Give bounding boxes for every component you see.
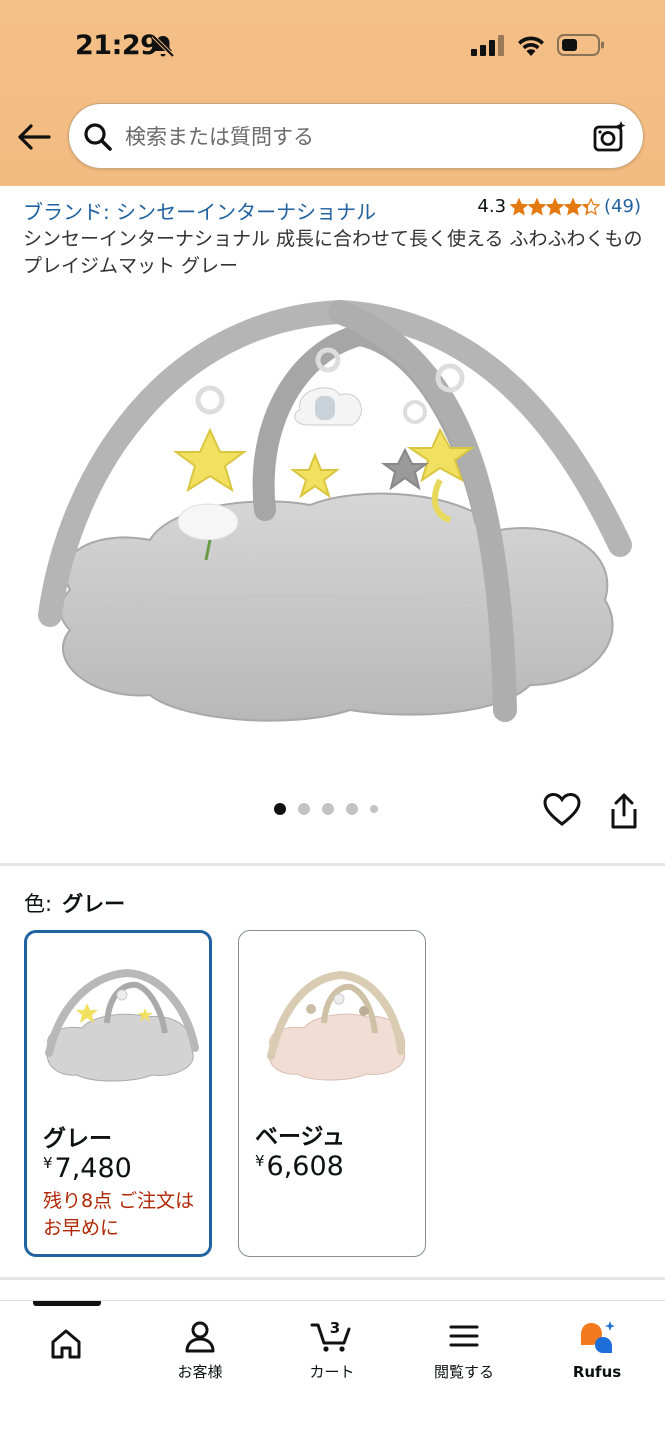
color-selector-label: 色: グレー bbox=[24, 888, 125, 918]
color-label-text: 色: bbox=[24, 892, 53, 916]
variant-beige-thumbnail bbox=[267, 970, 406, 1081]
brand-link[interactable]: ブランド: シンセーインターナショナル bbox=[23, 196, 376, 225]
product-image[interactable] bbox=[30, 290, 635, 730]
bell-muted-icon bbox=[151, 34, 175, 58]
search-box[interactable] bbox=[68, 103, 644, 169]
variant-gray[interactable]: グレー ¥7,480 残り8点 ご注文はお早めに bbox=[24, 930, 212, 1257]
carousel-dot[interactable] bbox=[370, 805, 378, 813]
camera-search-icon[interactable] bbox=[593, 120, 627, 154]
carousel-dot[interactable] bbox=[298, 803, 310, 815]
wifi-icon bbox=[518, 36, 544, 56]
nav-browse-label: 閲覧する bbox=[433, 1363, 494, 1381]
star-icon bbox=[528, 197, 547, 216]
heart-icon[interactable] bbox=[543, 792, 581, 828]
nav-account-label: お客様 bbox=[177, 1363, 223, 1381]
search-input[interactable] bbox=[125, 117, 565, 157]
back-arrow-icon[interactable] bbox=[16, 122, 52, 152]
rating-value: 4.3 bbox=[477, 196, 507, 217]
nav-account[interactable]: お客様 bbox=[145, 1319, 255, 1382]
variant-gray-thumbnail bbox=[45, 968, 199, 1082]
carousel-dot[interactable] bbox=[346, 803, 358, 815]
variant-beige[interactable]: ベージュ ¥6,608 bbox=[238, 930, 426, 1257]
product-header: ブランド: シンセーインターナショナル 4.3 (49) シンセーインターナショ… bbox=[0, 186, 665, 282]
share-icon[interactable] bbox=[607, 792, 641, 830]
app-header: 21:29 bbox=[0, 0, 665, 186]
rating-summary[interactable]: 4.3 (49) bbox=[477, 196, 641, 217]
battery-icon bbox=[557, 34, 604, 56]
section-divider bbox=[0, 863, 665, 866]
status-bar: 21:29 bbox=[0, 0, 665, 92]
cellular-signal-icon bbox=[471, 35, 504, 56]
star-icon bbox=[546, 197, 565, 216]
variant-stock-note: 残り8点 ご注文はお早めに bbox=[43, 1190, 195, 1239]
variant-price: ¥7,480 bbox=[43, 1153, 132, 1184]
image-carousel-dots[interactable] bbox=[274, 803, 378, 815]
nav-cart[interactable]: 3 カート bbox=[277, 1319, 387, 1382]
account-icon bbox=[185, 1321, 215, 1353]
selected-color-value: グレー bbox=[62, 892, 126, 916]
carousel-dot[interactable] bbox=[322, 803, 334, 815]
home-icon bbox=[51, 1329, 81, 1359]
menu-icon bbox=[449, 1325, 479, 1347]
rufus-icon bbox=[581, 1321, 615, 1353]
nav-home[interactable] bbox=[11, 1327, 121, 1361]
search-bar-row bbox=[0, 100, 665, 174]
rating-stars bbox=[510, 197, 601, 216]
star-icon bbox=[510, 197, 529, 216]
cart-badge: 3 bbox=[330, 1319, 340, 1337]
active-tab-indicator bbox=[33, 1301, 101, 1306]
nav-cart-label: カート bbox=[309, 1363, 355, 1381]
star-icon bbox=[582, 197, 601, 216]
review-count-link[interactable]: (49) bbox=[604, 196, 641, 217]
nav-rufus[interactable]: Rufus bbox=[542, 1319, 652, 1381]
star-icon bbox=[564, 197, 583, 216]
section-divider bbox=[0, 1277, 665, 1280]
product-title: シンセーインターナショナル 成長に合わせて長く使える ふわふわくものプレイジムマ… bbox=[23, 228, 643, 277]
variant-price: ¥6,608 bbox=[255, 1151, 344, 1182]
cart-icon: 3 bbox=[310, 1319, 351, 1352]
variant-name: グレー bbox=[43, 1126, 112, 1152]
search-icon bbox=[84, 123, 112, 151]
nav-rufus-label: Rufus bbox=[572, 1363, 622, 1381]
status-time: 21:29 bbox=[75, 30, 159, 61]
variant-name: ベージュ bbox=[255, 1124, 345, 1150]
nav-browse[interactable]: 閲覧する bbox=[409, 1319, 519, 1382]
carousel-dot[interactable] bbox=[274, 803, 286, 815]
bottom-navigation: お客様 3 カート 閲覧する Rufus bbox=[0, 1300, 665, 1440]
